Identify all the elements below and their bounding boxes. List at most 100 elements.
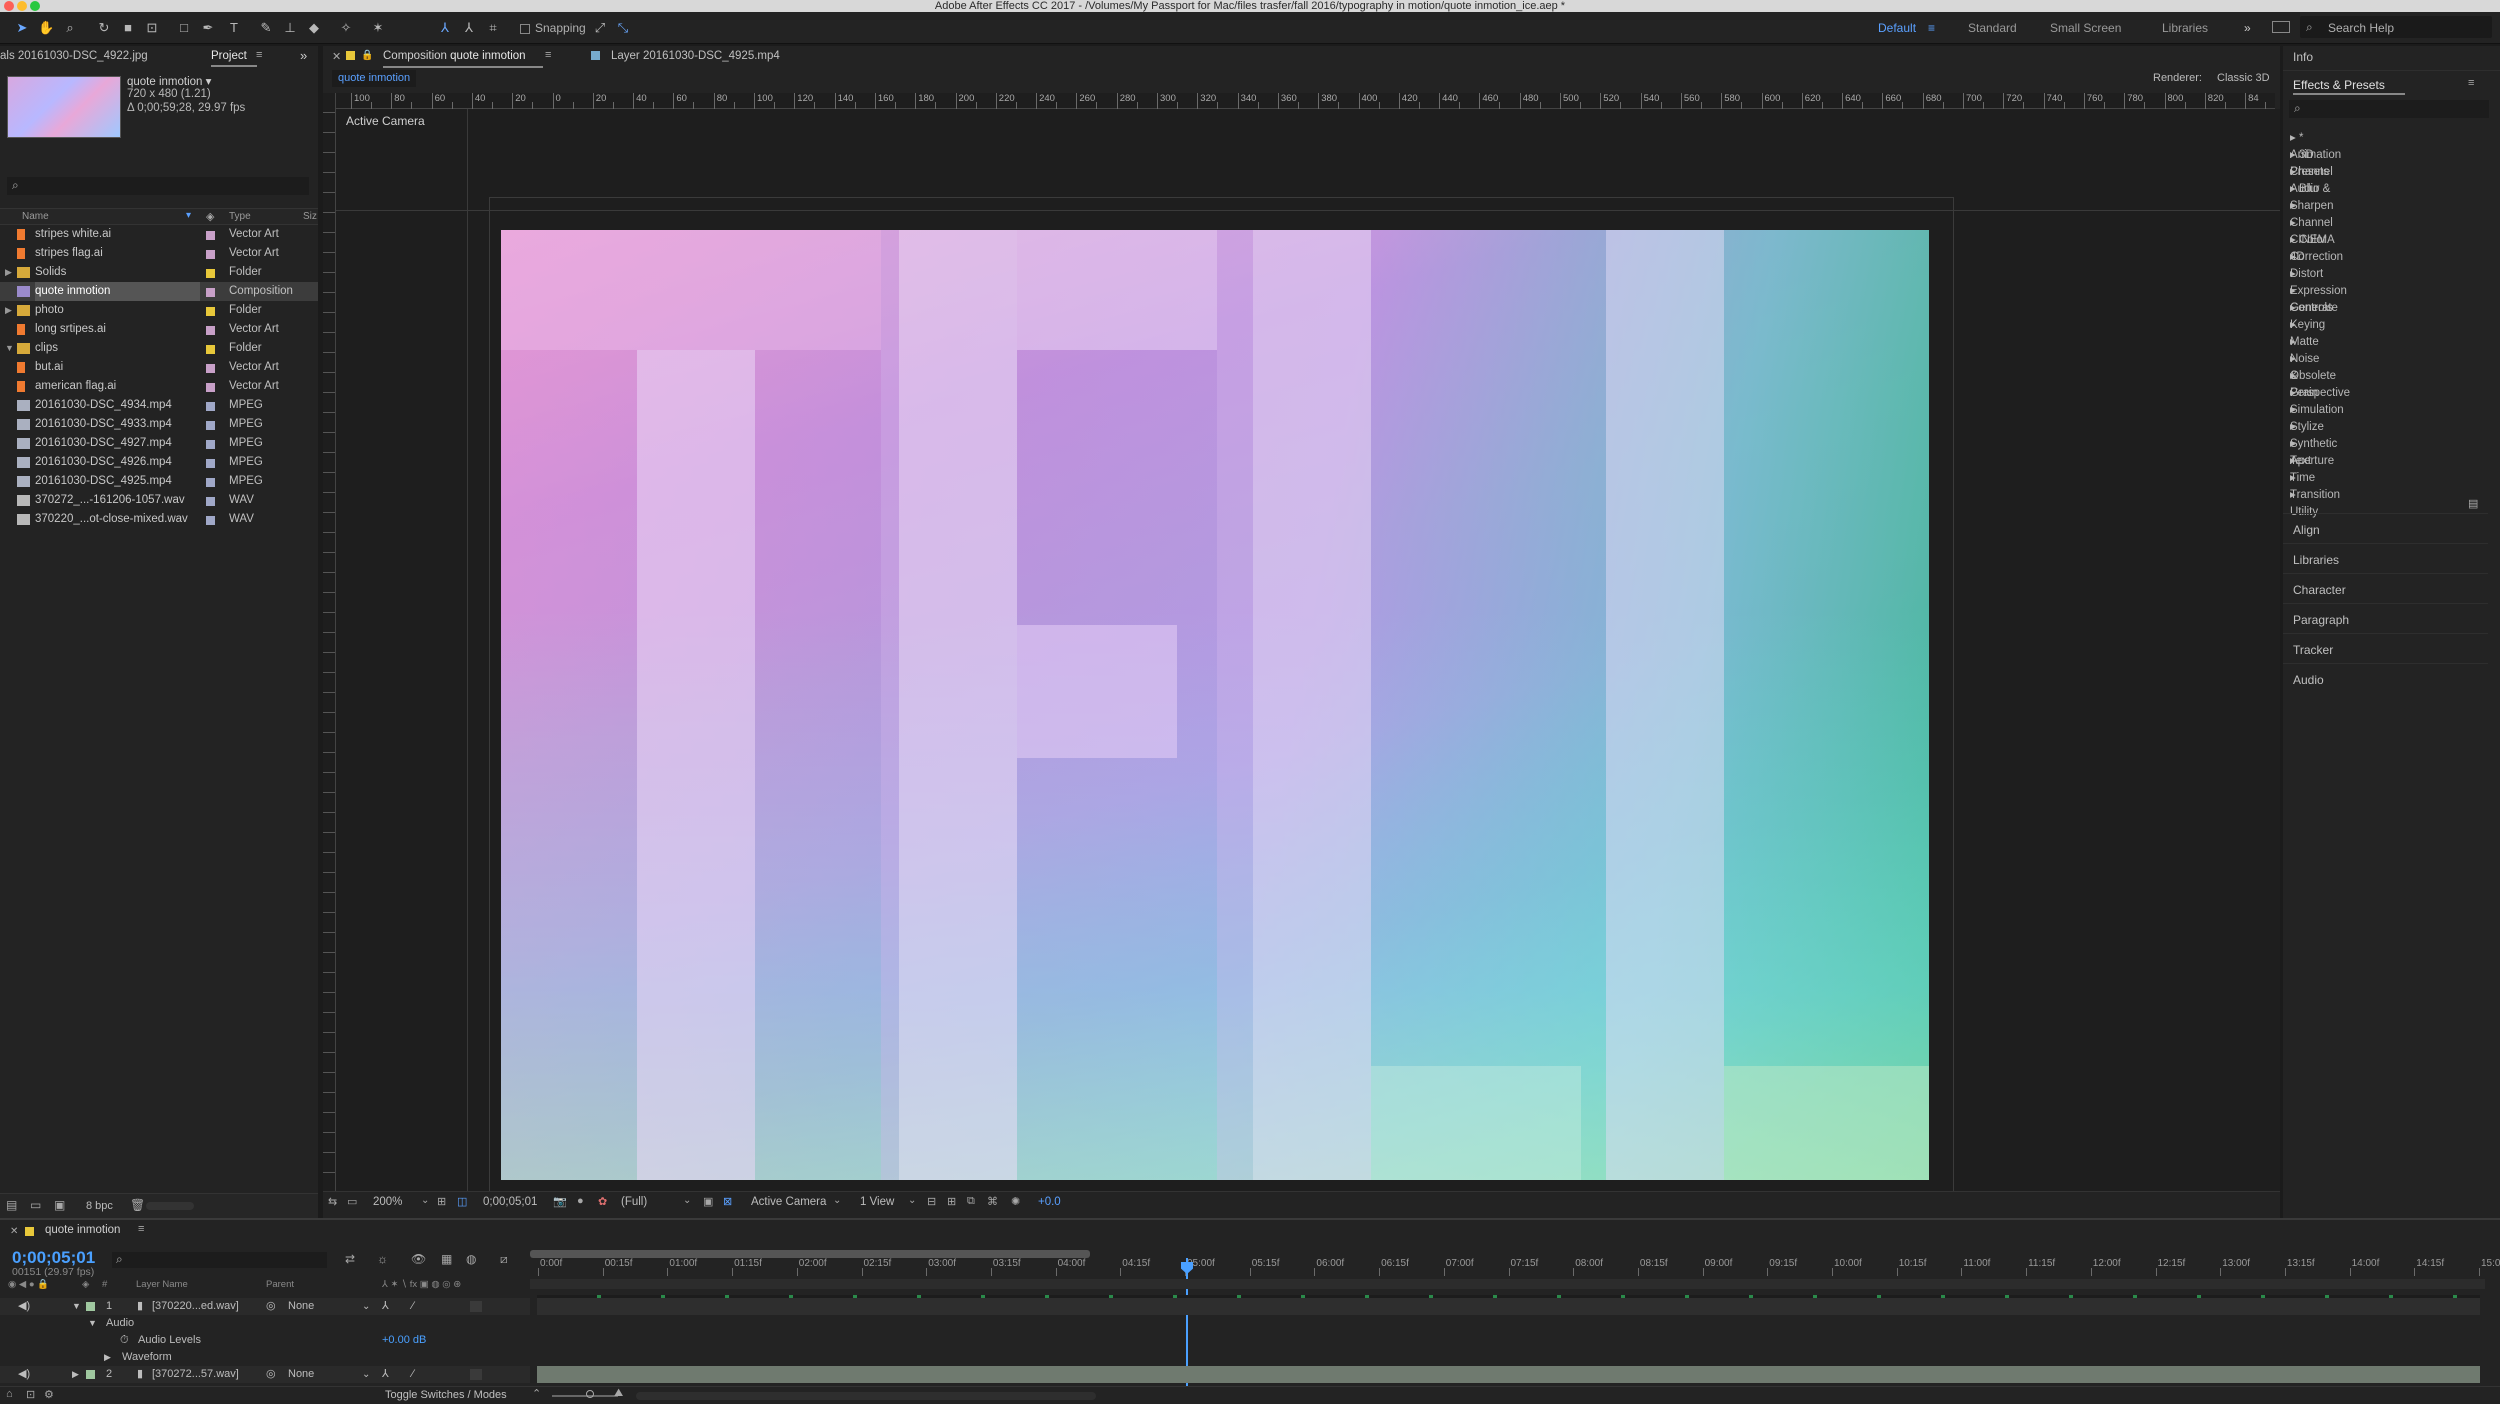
graph-editor-icon[interactable]: ⧄ <box>500 1252 508 1267</box>
snapshot-icon[interactable]: 📷 <box>553 1195 567 1208</box>
twirl-closed-icon[interactable]: ▸ <box>2290 302 2296 314</box>
composition-tab[interactable]: Composition quote inmotion <box>383 50 526 62</box>
project-item[interactable]: 20161030-DSC_4933.mp4 MPEG <box>0 415 318 434</box>
draft-3d-icon[interactable]: ☼ <box>377 1252 388 1266</box>
project-item-label-color[interactable] <box>206 478 215 487</box>
zoom-select[interactable]: 200% <box>373 1196 402 1208</box>
effect-category[interactable]: ▸ Generate <box>2290 283 2338 314</box>
camera-dropdown-icon[interactable]: ⌄ <box>833 1195 841 1206</box>
zoom-out-icon[interactable]: ⌃ <box>532 1387 541 1400</box>
effect-category[interactable]: ▸ Color Correction <box>2290 232 2343 263</box>
project-item[interactable]: but.ai Vector Art <box>0 358 318 377</box>
collapsed-panel-audio[interactable]: Audio <box>2293 673 2324 687</box>
timeline-search-input[interactable]: ⌕ <box>112 1252 327 1268</box>
pick-whip-icon[interactable]: ◎ <box>266 1366 276 1383</box>
comp-flowchart-icon[interactable]: ⌂ <box>6 1388 13 1400</box>
twirl-closed-icon[interactable]: ▸ <box>2290 132 2299 144</box>
grid-toggle-icon[interactable]: ◫ <box>457 1195 467 1208</box>
col-type[interactable]: Type <box>229 211 251 222</box>
twirl-closed-icon[interactable]: ▸ <box>2290 285 2296 297</box>
resolution-dropdown-icon[interactable]: ⌄ <box>683 1195 691 1206</box>
renderer-value[interactable]: Classic 3D <box>2217 72 2270 84</box>
twirl-icon[interactable]: ▶ <box>5 301 12 320</box>
view-layout-dropdown-icon[interactable]: ⌄ <box>908 1195 916 1206</box>
project-item-label-color[interactable] <box>206 497 215 506</box>
motion-blur-icon[interactable]: ◍ <box>466 1252 476 1266</box>
more-workspaces-icon[interactable]: » <box>2244 21 2251 35</box>
view-axis-icon[interactable]: ⌗ <box>485 20 501 36</box>
twirl-open-icon[interactable]: ▼ <box>72 1298 81 1315</box>
snap-features-icon[interactable]: ⤡ <box>615 20 631 36</box>
eraser-tool-icon[interactable]: ◆ <box>306 20 322 36</box>
layer-row-1[interactable]: ◀) ▼ 1 ▮ [370220...ed.wav] ◎ None ⌄ ⅄ ∕ <box>0 1298 530 1315</box>
close-window-button[interactable] <box>4 1 14 11</box>
effect-category[interactable]: ▸ Keying <box>2290 300 2325 331</box>
effects-search-input[interactable]: ⌕ <box>2289 100 2489 118</box>
padlock-icon[interactable]: 🔒 <box>361 50 373 61</box>
zoom-tool-icon[interactable]: ⌕ <box>62 20 78 36</box>
workspace-menu-icon[interactable]: ≡ <box>1928 21 1935 35</box>
project-item[interactable]: 20161030-DSC_4934.mp4 MPEG <box>0 396 318 415</box>
twirl-icon[interactable]: ▶ <box>5 263 12 282</box>
parent-dropdown-icon[interactable]: ⌄ <box>362 1366 370 1383</box>
clone-stamp-tool-icon[interactable]: ⊥ <box>282 20 298 36</box>
project-item-label-color[interactable] <box>206 516 215 525</box>
effect-category[interactable]: ▸ Audio <box>2290 164 2319 195</box>
quality-switch-icon[interactable]: ∕ <box>412 1298 414 1315</box>
brush-tool-icon[interactable]: ✎ <box>258 20 274 36</box>
project-panel-menu-icon[interactable]: ≡ <box>256 49 262 61</box>
channel-icon[interactable]: ✿ <box>598 1195 607 1208</box>
project-item[interactable]: 20161030-DSC_4926.mp4 MPEG <box>0 453 318 472</box>
zoom-window-button[interactable] <box>30 1 40 11</box>
camera-tool-icon[interactable]: ■ <box>120 20 136 36</box>
footage-tab[interactable]: als 20161030-DSC_4922.jpg <box>0 50 148 62</box>
project-item-label-color[interactable] <box>206 250 215 259</box>
timeline-comp-tab[interactable]: quote inmotion <box>45 1224 120 1236</box>
current-time[interactable]: 0;00;05;01 <box>12 1248 95 1268</box>
collapsed-panel-libraries[interactable]: Libraries <box>2293 553 2339 567</box>
twirl-closed-icon[interactable]: ▸ <box>2290 183 2299 195</box>
resolution-select[interactable]: (Full) <box>621 1196 647 1208</box>
horizontal-ruler[interactable]: 100 80 60 40 20 0 20 40 60 80 100 120 140 160 180 200 22… <box>335 93 2275 109</box>
effect-category[interactable]: ▸ Channel <box>2290 198 2333 229</box>
twirl-closed-icon[interactable]: ▸ <box>2290 421 2296 433</box>
project-item-label-color[interactable] <box>206 231 215 240</box>
twirl-closed-icon[interactable]: ▸ <box>2290 234 2299 246</box>
mask-view-icon[interactable]: ▭ <box>347 1195 357 1208</box>
workspace-sync-icon[interactable] <box>2272 21 2290 33</box>
label-column-icon[interactable]: ◈ <box>206 210 214 223</box>
close-tab-icon[interactable]: ✕ <box>332 50 341 63</box>
toggle-pixel-aspect-icon[interactable]: ⊟ <box>927 1195 936 1208</box>
selection-tool-icon[interactable]: ➤ <box>14 20 30 36</box>
twirl-icon[interactable]: ▼ <box>5 339 14 358</box>
rectangle-tool-icon[interactable]: □ <box>176 20 192 36</box>
layer-2-track-bar[interactable] <box>537 1366 2480 1383</box>
expand-in-out-icon[interactable]: ⚙ <box>44 1388 54 1401</box>
viewer-canvas[interactable]: Active Camera <box>336 109 2280 1213</box>
pick-whip-icon[interactable]: ◎ <box>266 1298 276 1315</box>
project-item[interactable]: 370272_...-161206-1057.wav WAV <box>0 491 318 510</box>
close-tab-icon[interactable]: ✕ <box>10 1226 18 1237</box>
twirl-closed-icon[interactable]: ▸ <box>2290 217 2296 229</box>
comp-name[interactable]: quote inmotion ▾ <box>127 74 211 88</box>
layer-name-column[interactable]: Layer Name <box>136 1279 188 1290</box>
workspace-libraries[interactable]: Libraries <box>2162 21 2208 35</box>
twirl-closed-icon[interactable]: ▸ <box>2290 455 2296 467</box>
effect-category[interactable]: ▸ Matte <box>2290 317 2319 348</box>
audio-levels-row[interactable]: ⏱ Audio Levels +0.00 dB <box>0 1332 530 1349</box>
safe-areas-icon[interactable]: ⊞ <box>437 1195 446 1208</box>
twirl-closed-icon[interactable]: ▸ <box>2290 489 2296 501</box>
project-item[interactable]: 20161030-DSC_4927.mp4 MPEG <box>0 434 318 453</box>
work-area-bar[interactable] <box>530 1250 1090 1258</box>
project-item-label-color[interactable] <box>206 402 215 411</box>
project-item-label-color[interactable] <box>206 326 215 335</box>
parent-column[interactable]: Parent <box>266 1279 294 1290</box>
new-preset-icon[interactable]: ▤ <box>2468 497 2478 510</box>
layer-label-color[interactable] <box>86 1302 95 1311</box>
twirl-closed-icon[interactable]: ▸ <box>2290 404 2296 416</box>
twirl-closed-icon[interactable]: ▸ <box>2290 319 2296 331</box>
minimize-window-button[interactable] <box>17 1 27 11</box>
project-item[interactable]: ▶ photo Folder <box>0 301 318 320</box>
bit-depth-button[interactable]: 8 bpc <box>86 1200 113 1212</box>
effect-category[interactable]: ▸ Expression Controls <box>2290 266 2347 314</box>
